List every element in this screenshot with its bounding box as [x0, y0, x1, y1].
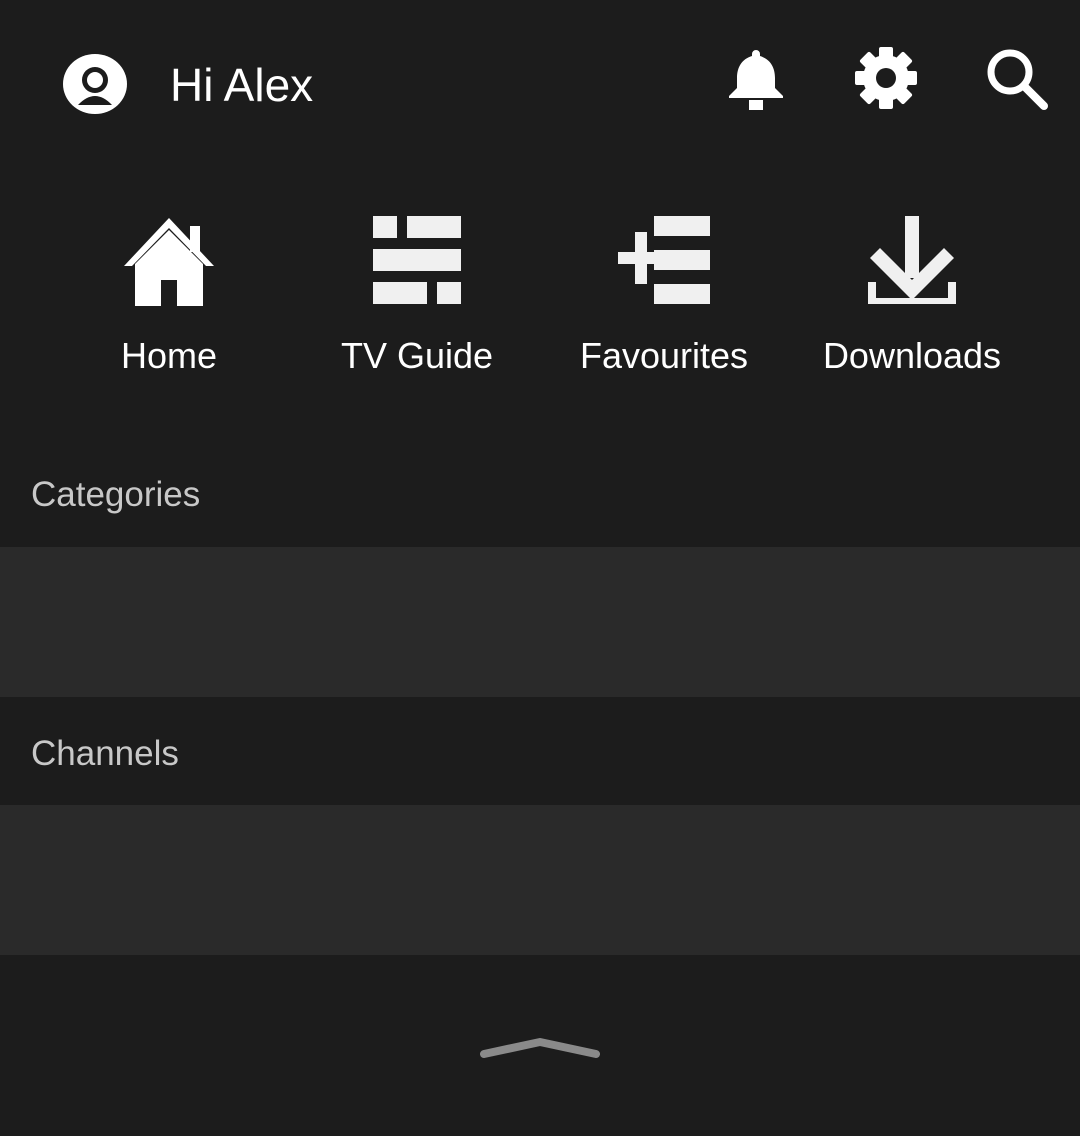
- main-navigation: Home TV Guide Favourites Downloads: [0, 200, 1080, 400]
- chevron-up-icon[interactable]: [476, 1028, 604, 1064]
- nav-item-label: Home: [120, 335, 218, 376]
- nav-item-label: Favourites: [579, 335, 749, 376]
- bell-icon[interactable]: [724, 46, 788, 110]
- nav-item-home[interactable]: Home: [69, 200, 269, 390]
- categories-carousel[interactable]: [0, 547, 1080, 697]
- channels-heading: Channels: [31, 734, 179, 773]
- nav-item-downloads[interactable]: Downloads: [812, 200, 1012, 390]
- nav-item-tv-guide[interactable]: TV Guide: [317, 200, 517, 390]
- playlist-add-icon: [616, 212, 712, 308]
- app-header: Hi Alex: [0, 0, 1080, 170]
- greeting-text: Hi Alex: [170, 59, 314, 111]
- search-icon[interactable]: [984, 46, 1048, 110]
- account-circle-icon[interactable]: [62, 53, 128, 115]
- tv-guide-icon: [369, 212, 465, 308]
- nav-item-label: TV Guide: [340, 335, 494, 376]
- download-icon: [864, 212, 960, 308]
- home-icon: [121, 212, 217, 308]
- nav-item-favourites[interactable]: Favourites: [564, 200, 764, 390]
- categories-heading: Categories: [31, 475, 201, 514]
- gear-icon[interactable]: [854, 46, 918, 110]
- nav-item-label: Downloads: [822, 335, 1002, 376]
- channels-carousel[interactable]: [0, 805, 1080, 955]
